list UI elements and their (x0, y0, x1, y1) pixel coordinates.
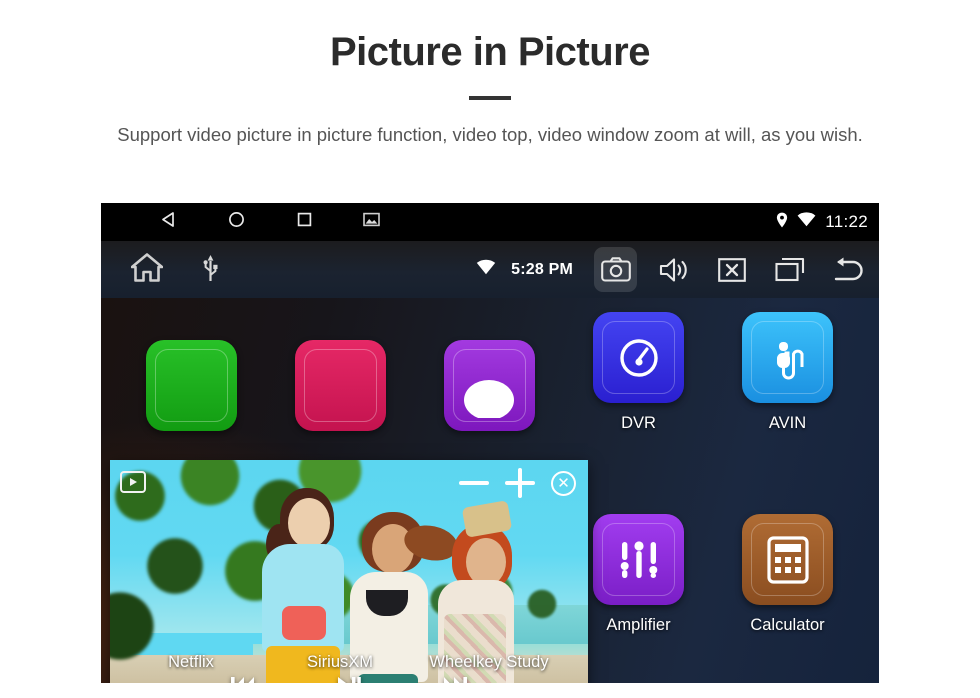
screenshot-icon[interactable] (363, 211, 380, 233)
app-label-dvr: DVR (621, 414, 656, 432)
camera-button[interactable] (594, 247, 637, 292)
multiwindow-button[interactable] (768, 247, 811, 292)
page-header: Picture in Picture Support video picture… (0, 0, 980, 149)
app-icon-wheelkey-study[interactable] (444, 340, 535, 431)
page-subtitle: Support video picture in picture functio… (117, 124, 863, 145)
app-toolbar: 5:28 PM (101, 241, 879, 298)
calculator-icon (766, 535, 809, 584)
status-bar-right-group: 11:22 (776, 203, 868, 241)
close-button[interactable] (710, 247, 753, 292)
app-icon-amplifier[interactable] (593, 514, 684, 605)
app-label-avin: AVIN (768, 414, 807, 432)
app-label-amplifier: Amplifier (606, 616, 671, 634)
android-status-bar: 11:22 (101, 203, 879, 241)
close-pip-button[interactable]: ✕ (551, 470, 576, 496)
equalizer-sliders-icon (620, 540, 657, 578)
dvr-gauge-icon (619, 338, 658, 377)
dock-label-row: Netflix SiriusXM Wheelkey Study (101, 643, 879, 683)
usb-icon[interactable] (203, 254, 218, 286)
pip-top-controls: ✕ (110, 460, 588, 512)
home-icon[interactable] (130, 252, 164, 287)
app-icon-calculator[interactable] (742, 514, 833, 605)
app-label-calculator: Calculator (750, 616, 825, 634)
page-title: Picture in Picture (330, 30, 650, 74)
pip-zoom-controls: ✕ (459, 468, 576, 498)
zoom-in-button[interactable] (505, 468, 535, 498)
app-icon-dvr[interactable] (593, 312, 684, 403)
video-source-icon[interactable] (120, 471, 146, 493)
status-bar-clock: 11:22 (825, 212, 868, 231)
app-icon-netflix[interactable] (146, 340, 237, 431)
app-label-wheelkey-study: Wheelkey Study (429, 653, 549, 671)
zoom-out-button[interactable] (459, 481, 489, 485)
app-icon-siriusxm[interactable] (295, 340, 386, 431)
app-calculator[interactable]: Calculator (740, 514, 835, 635)
toolbar-left-group (130, 252, 218, 287)
app-icon-avin[interactable] (742, 312, 833, 403)
toolbar-right-group: 5:28 PM (476, 241, 869, 298)
title-divider (469, 96, 511, 100)
status-bar-nav-group (159, 210, 380, 234)
app-avin[interactable]: AVIN (740, 312, 835, 433)
back-arrow-button[interactable] (826, 247, 869, 292)
location-pin-icon (776, 212, 788, 233)
wifi-icon (797, 212, 816, 232)
volume-button[interactable] (652, 247, 695, 292)
recents-square-icon[interactable] (295, 210, 314, 234)
device-screen: 11:22 5:28 PM DVR AVIN Amplifier Calcula… (101, 203, 879, 683)
app-amplifier[interactable]: Amplifier (591, 514, 686, 635)
back-triangle-icon[interactable] (159, 210, 178, 234)
app-label-siriusxm: SiriusXM (306, 653, 373, 671)
wifi-icon (476, 259, 496, 280)
app-dvr[interactable]: DVR (591, 312, 686, 433)
toolbar-time: 5:28 PM (511, 260, 573, 278)
home-screen-desktop: DVR AVIN Amplifier Calculator ✕ Netflix … (101, 298, 879, 683)
home-circle-icon[interactable] (227, 210, 246, 234)
avin-plug-icon (776, 341, 803, 379)
app-label-netflix: Netflix (168, 653, 214, 671)
